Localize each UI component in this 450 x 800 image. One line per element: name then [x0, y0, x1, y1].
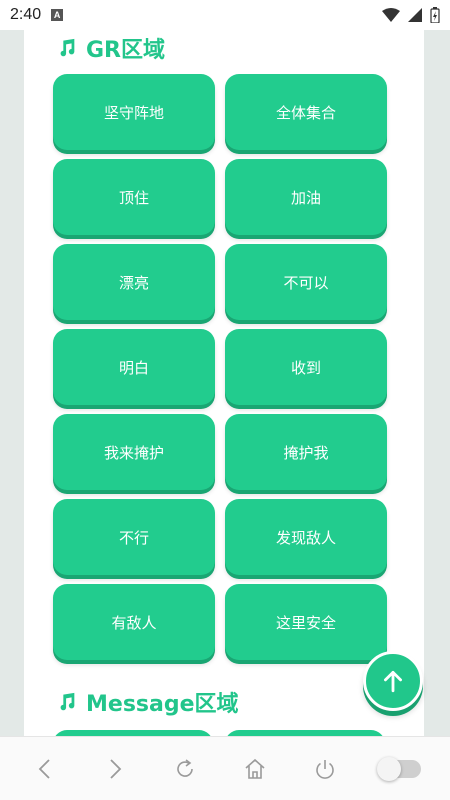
arrow-up-icon: [384, 670, 402, 693]
status-time: 2:40: [10, 6, 42, 23]
status-bar: 2:40 A: [0, 0, 450, 30]
voice-button-hold-on[interactable]: 顶住: [53, 159, 215, 235]
main-content[interactable]: GR区域 坚守阵地 全体集合 顶住 加油 漂亮 不可以 明白 收到 我来掩护 掩…: [24, 30, 424, 736]
bottom-nav: [0, 736, 450, 800]
music-note-icon: [60, 38, 75, 57]
power-icon: [316, 759, 334, 779]
refresh-icon: [177, 758, 193, 777]
voice-button-cover-me[interactable]: 掩护我: [225, 414, 387, 490]
refresh-button[interactable]: [165, 749, 205, 789]
scroll-to-top-button[interactable]: [363, 651, 423, 711]
voice-button-understood[interactable]: 明白: [53, 329, 215, 405]
voice-button-cannot[interactable]: 不行: [53, 499, 215, 575]
message-section-title: Message区域: [56, 686, 239, 718]
voice-button-safe-here[interactable]: 这里安全: [225, 584, 387, 660]
forward-button[interactable]: [95, 749, 135, 789]
back-icon: [38, 758, 50, 779]
toggle-knob: [377, 756, 401, 781]
back-button[interactable]: [25, 749, 65, 789]
music-note-icon: [60, 692, 75, 711]
voice-button-cover-you[interactable]: 我来掩护: [53, 414, 215, 490]
message-section-label: Message区域: [86, 692, 239, 717]
home-icon: [245, 758, 265, 779]
power-button[interactable]: [305, 749, 345, 789]
battery-charging-icon: [430, 7, 440, 23]
gr-section-title: GR区域: [56, 32, 165, 64]
voice-button-enemy-spotted[interactable]: 发现敌人: [225, 499, 387, 575]
voice-button-enemy[interactable]: 有敌人: [53, 584, 215, 660]
voice-button-no[interactable]: 不可以: [225, 244, 387, 320]
voice-button-hold-position[interactable]: 坚守阵地: [53, 74, 215, 150]
voice-button-cheer[interactable]: 加油: [225, 159, 387, 235]
toggle-switch[interactable]: [375, 749, 425, 789]
forward-icon: [110, 758, 122, 779]
voice-button-nice[interactable]: 漂亮: [53, 244, 215, 320]
voice-button-regroup[interactable]: 全体集合: [225, 74, 387, 150]
notification-a-icon: A: [51, 9, 64, 21]
voice-button-roger[interactable]: 收到: [225, 329, 387, 405]
signal-icon: [408, 8, 422, 22]
toggle-track: [377, 756, 421, 781]
wifi-icon: [382, 8, 400, 22]
status-icons: [382, 7, 440, 23]
gr-section-label: GR区域: [86, 38, 165, 63]
home-button[interactable]: [235, 749, 275, 789]
